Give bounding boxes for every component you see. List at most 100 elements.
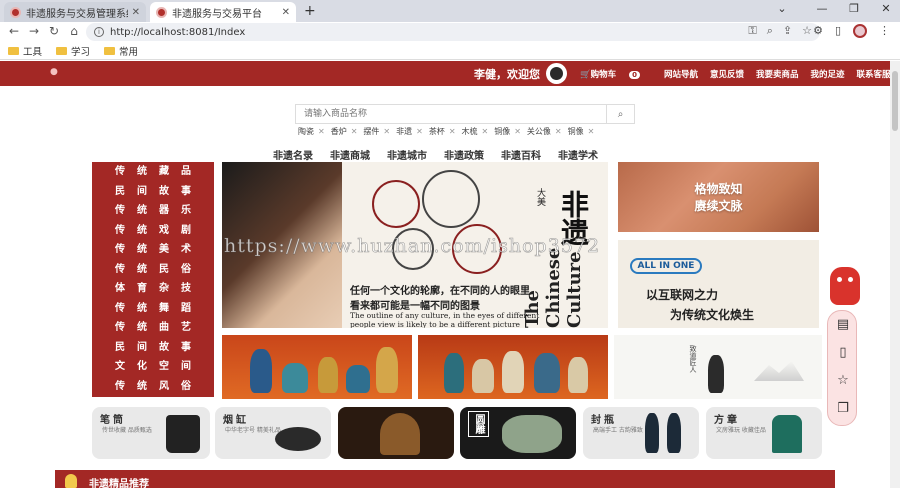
product-panel-cloisonne[interactable]	[222, 335, 412, 399]
reload-icon[interactable]: ↻	[46, 24, 62, 38]
nav-link-site-map[interactable]: 网站导航	[664, 68, 698, 80]
user-avatar[interactable]	[546, 63, 567, 84]
mascot-icon[interactable]	[830, 267, 860, 305]
menu-icon[interactable]: ⋮	[879, 24, 890, 38]
banner-quote-line1: 任何一个文化的轮廓，在不同的人的眼里	[350, 286, 530, 297]
sidebar-item[interactable]: 传统曲艺	[92, 318, 214, 338]
extensions-icon[interactable]: ⚙	[813, 24, 823, 38]
product-panel-vases[interactable]	[418, 335, 608, 399]
product-card-ashtray[interactable]: 烟缸 中华老字号 精美礼品	[215, 407, 331, 459]
search-button[interactable]: ⌕	[606, 105, 634, 123]
share-icon[interactable]: ⇪	[783, 24, 792, 38]
bookmark-folder-tools[interactable]: 工具	[8, 44, 42, 58]
url-field[interactable]: i http://localhost:8081/Index ⚿ ⌕ ⇪ ☆	[86, 23, 820, 41]
site-info-icon[interactable]: i	[94, 27, 104, 37]
bookmark-label: 工具	[23, 46, 43, 58]
back-icon[interactable]: ←	[6, 24, 22, 38]
category-link[interactable]: 非遗商城	[330, 147, 370, 162]
sidebar-item[interactable]: 传统戏剧	[92, 221, 214, 241]
remove-tag-icon[interactable]: ✕	[449, 127, 456, 136]
close-icon[interactable]: ✕	[282, 7, 290, 18]
browser-tab-platform[interactable]: 非遗服务与交易平台 ✕	[150, 2, 296, 22]
sidebar-item[interactable]: 民间故事	[92, 338, 214, 358]
bookmark-folder-common[interactable]: 常用	[104, 44, 138, 58]
sidebar-item[interactable]: 文化空间	[92, 357, 214, 377]
tablet-icon[interactable]: ▯	[835, 345, 851, 361]
sidebar-item[interactable]: 传统舞蹈	[92, 299, 214, 319]
cart-link[interactable]: 🛒购物车 0	[580, 68, 652, 80]
remove-tag-icon[interactable]: ✕	[351, 127, 358, 136]
product-card-round-carving[interactable]: 圆雕	[460, 407, 576, 459]
hot-tag[interactable]: 摆件 ✕	[363, 126, 390, 137]
close-window-icon[interactable]: ✕	[874, 2, 898, 15]
product-card-seal[interactable]: 方章 文房雅玩 收藏佳品	[706, 407, 822, 459]
nav-link-feedback[interactable]: 意见反馈	[710, 68, 744, 80]
bookmark-folder-study[interactable]: 学习	[56, 44, 90, 58]
nav-link-history[interactable]: 我的足迹	[811, 68, 845, 80]
sidebar-item[interactable]: 民间故事	[92, 182, 214, 202]
tab-search-icon[interactable]: ⌄	[770, 2, 794, 15]
remove-tag-icon[interactable]: ✕	[383, 127, 390, 136]
minimize-icon[interactable]: —	[810, 2, 834, 15]
restore-icon[interactable]: ❐	[842, 2, 866, 15]
mascot-eye	[837, 277, 842, 282]
remove-tag-icon[interactable]: ✕	[588, 127, 595, 136]
cart-count-badge: 0	[629, 71, 640, 79]
hot-tag[interactable]: 非遗 ✕	[396, 126, 423, 137]
sidebar-item[interactable]: 传统藏品	[92, 162, 214, 182]
vase-image	[376, 347, 398, 393]
bookmark-star-icon[interactable]: ☆	[802, 24, 812, 38]
hot-tag[interactable]: 铜像 ✕	[568, 126, 595, 137]
sidebar-item[interactable]: 传统器乐	[92, 201, 214, 221]
nav-link-support[interactable]: 联系客服	[857, 68, 890, 80]
hot-tag[interactable]: 铜像 ✕	[494, 126, 521, 137]
hot-tag[interactable]: 关公像 ✕	[527, 126, 562, 137]
product-card-statue[interactable]	[338, 407, 454, 459]
key-icon[interactable]: ⚿	[748, 24, 756, 38]
star-icon[interactable]: ☆	[835, 373, 851, 389]
hot-tag[interactable]: 木梳 ✕	[462, 126, 489, 137]
sidebar-item[interactable]: 传统风俗	[92, 377, 214, 397]
promo-banner-internet[interactable]: ALL IN ONE 以互联网之力 为传统文化焕生	[618, 240, 819, 328]
scrollbar-thumb[interactable]	[892, 71, 898, 131]
copy-icon[interactable]: ❐	[835, 401, 851, 417]
sidebar-item[interactable]: 传统美术	[92, 240, 214, 260]
page-scrollbar[interactable]	[890, 61, 900, 488]
hot-tag[interactable]: 香炉 ✕	[331, 126, 358, 137]
hot-tag[interactable]: 茶杯 ✕	[429, 126, 456, 137]
remove-tag-icon[interactable]: ✕	[416, 127, 423, 136]
remove-tag-icon[interactable]: ✕	[482, 127, 489, 136]
promo-banner-culture[interactable]: 格物致知 赓续文脉	[618, 162, 819, 232]
remove-tag-icon[interactable]: ✕	[555, 127, 562, 136]
vase-image	[472, 359, 494, 393]
profile-avatar-icon[interactable]	[853, 24, 867, 38]
product-card-vase[interactable]: 封瓶 高端手工 古韵雅致	[583, 407, 699, 459]
sidebar-item[interactable]: 传统民俗	[92, 260, 214, 280]
category-link[interactable]: 非遗名录	[273, 147, 313, 162]
home-icon[interactable]: ⌂	[66, 24, 82, 38]
new-tab-icon[interactable]: +	[304, 3, 316, 19]
vase-image	[502, 351, 524, 393]
remove-tag-icon[interactable]: ✕	[318, 127, 325, 136]
nav-link-sell[interactable]: 我要卖商品	[756, 68, 799, 80]
zoom-icon[interactable]: ⌕	[767, 24, 773, 38]
category-link[interactable]: 非遗政策	[444, 147, 484, 162]
side-panel-icon[interactable]: ▯	[835, 24, 841, 38]
sidebar-item[interactable]: 体育杂技	[92, 279, 214, 299]
site-favicon-icon	[10, 6, 21, 18]
close-icon[interactable]: ✕	[132, 7, 140, 18]
vase-image	[708, 355, 724, 393]
search-input[interactable]	[296, 105, 606, 123]
hot-tag[interactable]: 陶瓷 ✕	[298, 126, 325, 137]
location-pin-icon[interactable]: ●	[50, 67, 58, 77]
category-link[interactable]: 非遗百科	[501, 147, 541, 162]
category-link[interactable]: 非遗学术	[558, 147, 598, 162]
category-link[interactable]: 非遗城市	[387, 147, 427, 162]
document-icon[interactable]: ▤	[835, 317, 851, 333]
product-panel-craftsman[interactable]: 致道匠人	[614, 335, 822, 399]
vase-image	[444, 353, 464, 393]
product-card-brush-pot[interactable]: 笔筒 传世收藏 品质甄选	[92, 407, 210, 459]
browser-tab-admin[interactable]: 非遗服务与交易管理系统 ✕	[4, 2, 146, 22]
remove-tag-icon[interactable]: ✕	[514, 127, 521, 136]
forward-icon[interactable]: →	[26, 24, 42, 38]
